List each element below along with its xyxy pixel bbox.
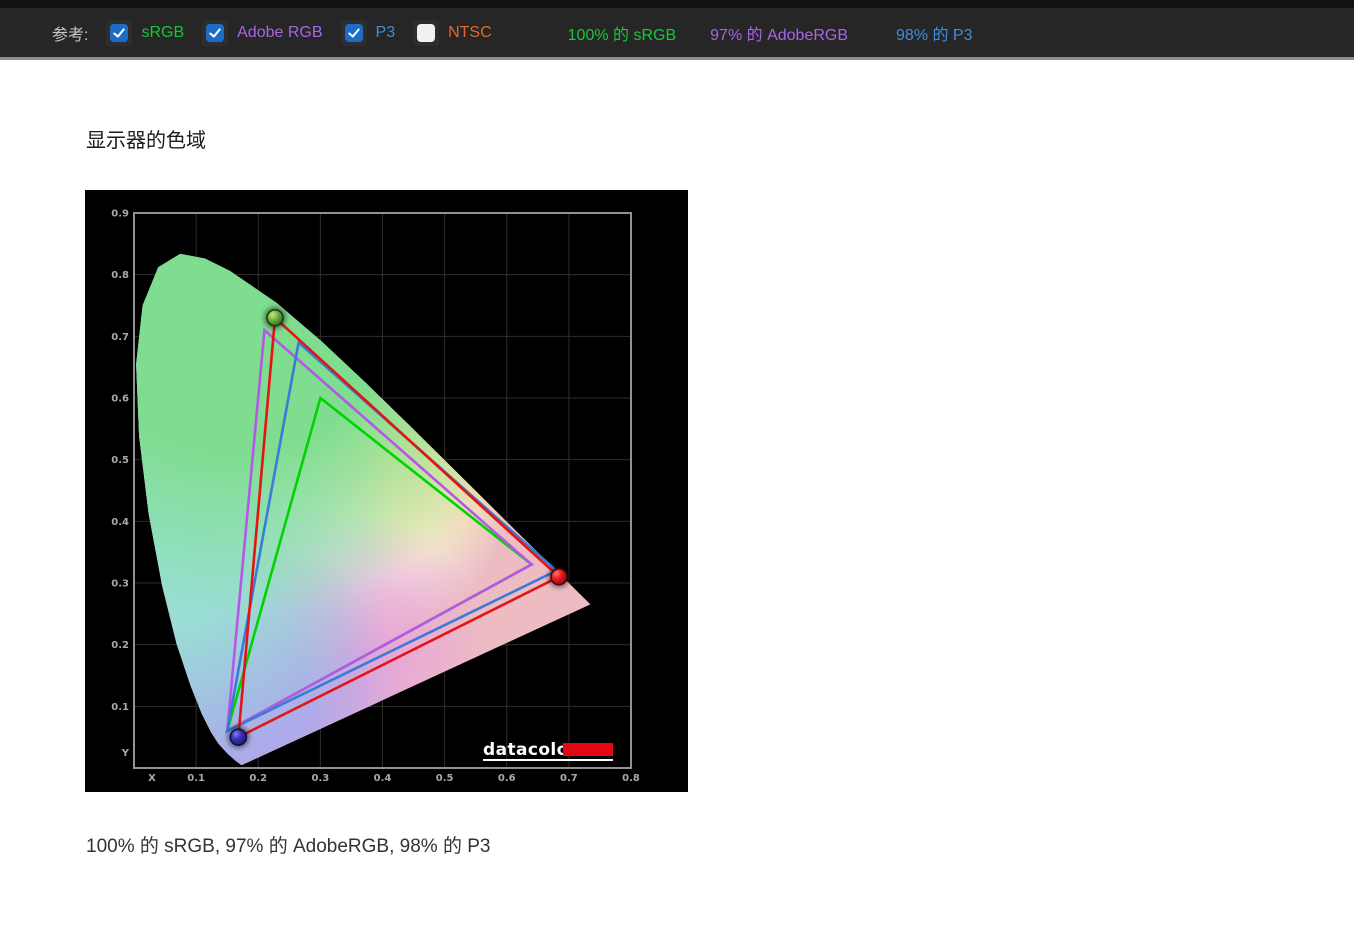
svg-text:0.8: 0.8 [622,773,640,784]
srgb-checkbox-wrap [106,19,133,46]
check-icon [209,27,221,38]
reference-toolbar: 参考: sRGB Adobe RGB P3 NTSC 100% 的 sRGB 9… [0,8,1354,60]
svg-text:0.2: 0.2 [249,773,267,784]
adobergb-checkbox-wrap [202,19,229,46]
svg-text:0.3: 0.3 [111,579,129,590]
svg-text:Y: Y [121,748,130,759]
check-icon [113,27,126,38]
svg-text:0.2: 0.2 [111,640,129,651]
svg-text:0.4: 0.4 [374,773,392,784]
svg-text:0.5: 0.5 [111,455,129,466]
svg-text:0.7: 0.7 [560,773,578,784]
datacolor-logo: datacolor [483,740,613,761]
svg-text:X: X [148,773,156,784]
srgb-checkbox[interactable] [110,23,129,42]
checkbox-group-adobergb[interactable]: Adobe RGB [202,19,323,46]
svg-text:0.7: 0.7 [111,332,129,343]
coverage-caption: 100% 的 sRGB, 97% 的 AdobeRGB, 98% 的 P3 [86,836,491,857]
adobergb-checkbox-label[interactable]: Adobe RGB [237,24,322,42]
check-icon [347,27,360,38]
gamut-chart: datacolor 0.1 0.2 0.3 0.4 0.5 0.6 0.7 0.8 0.9 0.1… [85,190,688,792]
p3-checkbox-label[interactable]: P3 [376,24,396,42]
svg-text:0.9: 0.9 [111,209,129,220]
adobergb-checkbox[interactable] [206,23,225,42]
ntsc-checkbox-wrap [413,19,440,46]
svg-text:0.5: 0.5 [436,773,454,784]
checkbox-group-srgb[interactable]: sRGB [106,19,184,46]
srgb-coverage: 100% 的 sRGB [567,26,677,44]
p3-checkbox-wrap [340,19,367,46]
checkbox-group-ntsc[interactable]: NTSC [413,19,492,46]
checkbox-group-p3[interactable]: P3 [340,19,396,46]
p3-checkbox[interactable] [344,23,363,42]
adobergb-coverage: 97% 的 AdobeRGB [710,26,849,44]
svg-text:0.1: 0.1 [111,702,129,713]
reference-label: 参考: [52,26,89,44]
srgb-checkbox-label[interactable]: sRGB [141,24,184,42]
svg-text:0.6: 0.6 [111,394,129,405]
svg-text:0.3: 0.3 [312,773,330,784]
coverage-results: 100% 的 sRGB 97% 的 AdobeRGB 98% 的 P3 [568,21,973,45]
svg-text:0.1: 0.1 [187,773,205,784]
svg-text:0.8: 0.8 [111,270,129,281]
datacolor-logo-underline [483,759,613,761]
cie-chromaticity-chart: datacolor 0.1 0.2 0.3 0.4 0.5 0.6 0.7 0.8 0.9 0.1… [111,209,640,785]
svg-text:0.6: 0.6 [498,773,516,784]
top-strip [0,0,1354,8]
page-title: 显示器的色域 [86,130,206,152]
ntsc-checkbox-label[interactable]: NTSC [448,24,492,42]
page: 参考: sRGB Adobe RGB P3 NTSC 100% 的 sRGB 9… [0,0,1354,949]
datacolor-logo-bar [563,743,613,756]
ntsc-checkbox[interactable] [417,23,436,42]
svg-text:0.4: 0.4 [111,517,129,528]
p3-coverage: 98% 的 P3 [896,26,973,44]
